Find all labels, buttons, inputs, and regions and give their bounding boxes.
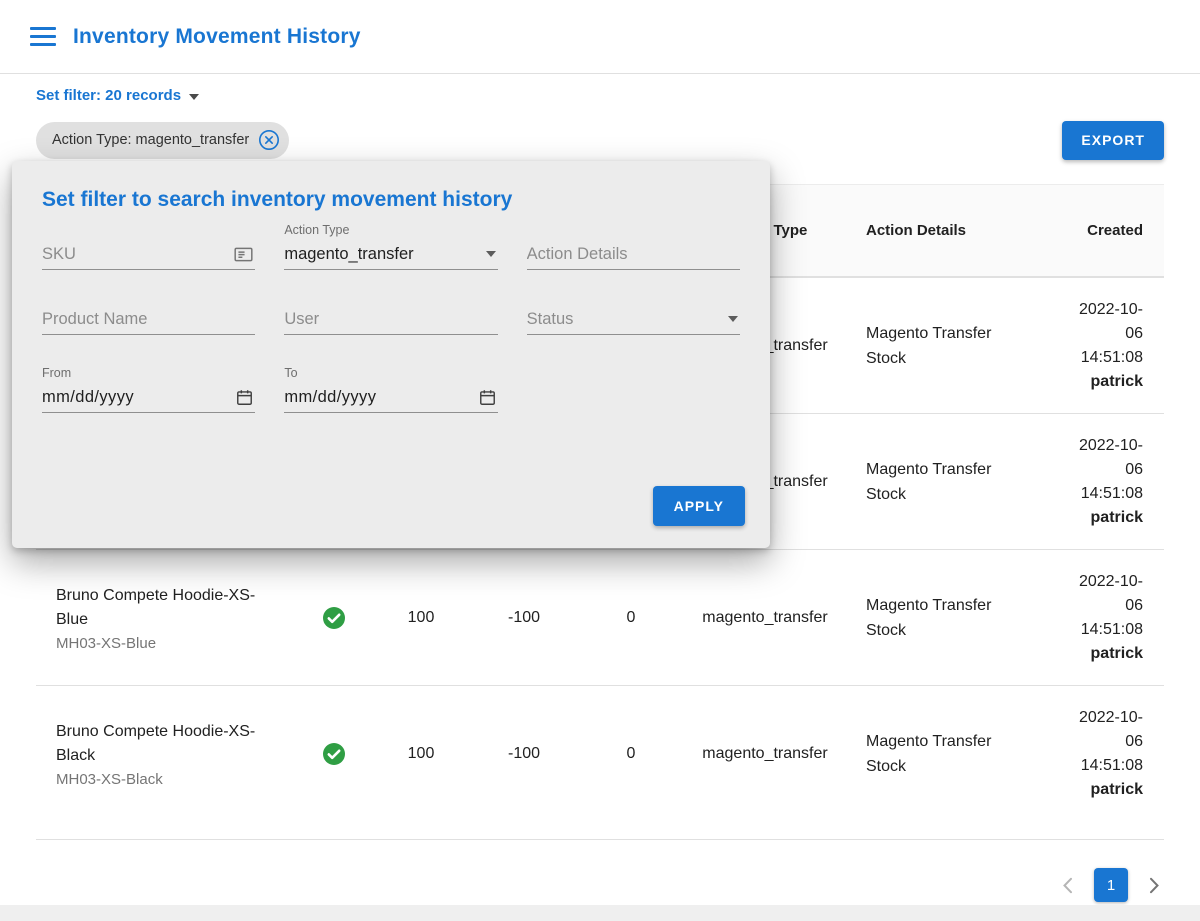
action-details: Magento Transfer Stock [866,593,1018,643]
pagination: 1 [36,868,1164,902]
action-details: Magento Transfer Stock [866,729,1018,779]
apply-button[interactable]: APPLY [653,486,745,526]
qty-change: -100 [474,550,574,685]
product-name: Bruno Compete Hoodie-XS-Blue [56,584,261,632]
from-date-field[interactable]: From mm/dd/yyyy [42,365,255,413]
qty-end: 0 [574,550,688,685]
action-details-field [527,222,740,270]
user-field [284,304,497,335]
created-date: 2022-10-06 [1065,434,1143,482]
sku-input[interactable] [42,245,255,264]
from-label: From [42,365,255,382]
user-input[interactable] [284,310,497,329]
status-success-icon [322,606,346,630]
created-time: 14:51:08 [1065,346,1143,370]
to-date-value: mm/dd/yyyy [284,388,477,407]
dropdown-arrow-icon [486,251,496,257]
header-created: Created [1026,185,1164,276]
qty-end: 0 [574,686,688,821]
product-name-input[interactable] [42,310,255,329]
calendar-icon[interactable] [235,388,254,407]
page-title: Inventory Movement History [73,25,361,49]
qty-change: -100 [474,686,574,821]
action-details: Magento Transfer Stock [866,321,1018,371]
created-user: patrick [1065,778,1143,802]
filter-toggle[interactable]: Set filter: 20 records [36,87,199,104]
active-filter-chip[interactable]: Action Type: magento_transfer [36,122,289,159]
filter-chip-row: Action Type: magento_transfer EXPORT [36,120,1164,160]
created-user: patrick [1065,370,1143,394]
action-type-value: magento_transfer [284,245,485,264]
dropdown-arrow-icon [728,316,738,322]
action-details: Magento Transfer Stock [866,457,1018,507]
filter-toggle-label: Set filter: 20 records [36,87,181,104]
qty-start: 100 [368,686,474,821]
created-date: 2022-10-06 [1065,298,1143,346]
header-action-details: Action Details [842,185,1026,276]
from-date-value: mm/dd/yyyy [42,388,235,407]
chip-label: Action Type: magento_transfer [52,132,249,148]
calendar-icon[interactable] [478,388,497,407]
qty-start: 100 [368,550,474,685]
filter-panel: Set filter to search inventory movement … [12,161,770,548]
created-time: 14:51:08 [1065,482,1143,506]
created-date: 2022-10-06 [1065,570,1143,618]
product-sku: MH03-XS-Blue [56,635,156,652]
status-select[interactable]: Status [527,304,740,335]
created-user: patrick [1065,506,1143,530]
to-label: To [284,365,497,382]
product-name-field [42,304,255,335]
sku-list-icon[interactable] [233,244,254,265]
created-date: 2022-10-06 [1065,706,1143,754]
product-name: Bruno Compete Hoodie-XS-Black [56,720,261,768]
filter-panel-title: Set filter to search inventory movement … [42,188,740,212]
created-user: patrick [1065,642,1143,666]
action-type: magento_transfer [688,686,842,821]
status-success-icon [322,742,346,766]
action-details-input[interactable] [527,245,740,264]
action-type-label: Action Type [284,222,497,239]
footer-strip [0,905,1200,921]
next-page-icon[interactable] [1145,873,1164,898]
action-type-select[interactable]: Action Type magento_transfer [284,222,497,270]
chip-remove-icon[interactable] [258,129,280,151]
created-time: 14:51:08 [1065,618,1143,642]
app-bar: Inventory Movement History [0,0,1200,74]
chevron-down-icon [189,94,199,100]
action-type: magento_transfer [688,550,842,685]
previous-page-icon[interactable] [1058,873,1077,898]
export-button[interactable]: EXPORT [1062,121,1164,160]
status-placeholder: Status [527,310,728,329]
table-row: Bruno Compete Hoodie-XS-Black MH03-XS-Bl… [36,685,1164,821]
menu-icon[interactable] [30,27,56,47]
to-date-field[interactable]: To mm/dd/yyyy [284,365,497,413]
page-button[interactable]: 1 [1094,868,1128,902]
created-time: 14:51:08 [1065,754,1143,778]
product-sku: MH03-XS-Black [56,771,163,788]
table-row: Bruno Compete Hoodie-XS-Blue MH03-XS-Blu… [36,549,1164,685]
sku-field [42,222,255,270]
